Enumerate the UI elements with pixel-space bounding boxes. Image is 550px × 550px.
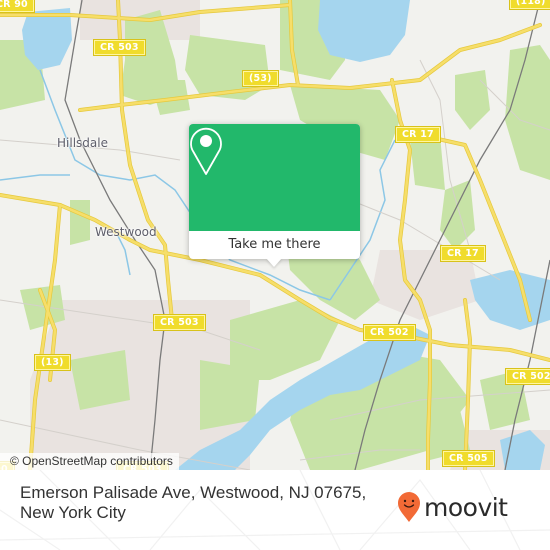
moovit-pin-icon: [398, 492, 420, 522]
place-label-hillsdale: Hillsdale: [57, 136, 108, 150]
popup-header: [189, 124, 360, 231]
road-shield-cr-503: CR 503: [93, 39, 146, 56]
place-label-westwood: Westwood: [95, 225, 157, 239]
destination-popup[interactable]: Take me there: [189, 124, 360, 267]
map-canvas[interactable]: Hillsdale Westwood CR 90 CR 503 (53) (11…: [0, 0, 550, 470]
road-shield-cr-503: CR 503: [153, 314, 206, 331]
road-shield-cr-502: CR 502: [505, 368, 550, 385]
map-pin-icon: [190, 127, 222, 175]
road-shield-cr-17: CR 17: [395, 126, 441, 143]
road-shield-cr-502: CR 502: [363, 324, 416, 341]
road-shield-53: (53): [242, 70, 279, 87]
moovit-wordmark: moovit: [424, 492, 508, 522]
road-shield-cr-90: CR 90: [0, 0, 35, 13]
road-shield-cr-505: CR 505: [442, 450, 495, 467]
footer: Emerson Palisade Ave, Westwood, NJ 07675…: [0, 470, 550, 550]
road-shield-118: (118): [509, 0, 550, 10]
road-shield-cr-17: CR 17: [440, 245, 486, 262]
take-me-there-button[interactable]: Take me there: [189, 231, 360, 259]
road-shield-13: (13): [34, 354, 71, 371]
map-attribution[interactable]: © OpenStreetMap contributors: [0, 453, 179, 470]
popup-pointer: [266, 258, 282, 267]
moovit-logo[interactable]: moovit: [397, 490, 508, 524]
address-text: Emerson Palisade Ave, Westwood, NJ 07675…: [20, 483, 367, 522]
